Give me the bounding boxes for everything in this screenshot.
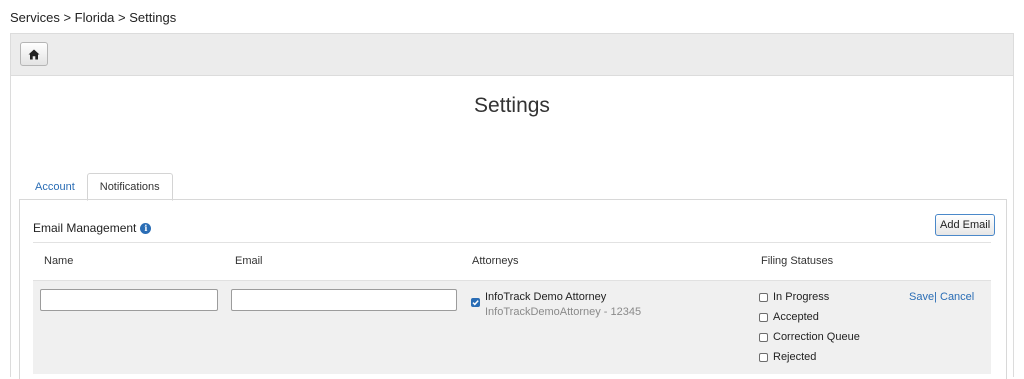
row-actions: Save| Cancel	[909, 291, 974, 303]
column-header-name: Name	[44, 255, 74, 267]
status-option-correction-queue[interactable]: Correction Queue	[759, 331, 860, 343]
panel-header	[11, 34, 1013, 76]
attorney-name: InfoTrack Demo Attorney	[485, 291, 607, 303]
email-table-header: Name Email Attorneys Filing Statuses	[33, 243, 991, 282]
status-label: Correction Queue	[773, 331, 860, 343]
notifications-tab-content: Email Management i Add Email Name Email …	[19, 199, 1007, 379]
attorney-option[interactable]: InfoTrack Demo Attorney InfoTrackDemoAtt…	[471, 291, 641, 318]
status-option-accepted[interactable]: Accepted	[759, 311, 819, 323]
status-checkbox[interactable]	[759, 312, 768, 322]
status-label: Accepted	[773, 311, 819, 323]
email-management-heading: Email Management i	[33, 221, 152, 235]
status-option-rejected[interactable]: Rejected	[759, 351, 816, 363]
main-panel: Settings Account Notifications Email Man…	[10, 33, 1014, 379]
panel-body: Settings Account Notifications Email Man…	[11, 76, 1013, 379]
name-input[interactable]	[40, 289, 218, 311]
status-checkbox[interactable]	[759, 352, 768, 362]
status-checkbox[interactable]	[759, 332, 768, 342]
tab-account[interactable]: Account	[23, 174, 87, 200]
attorney-checkbox[interactable]	[471, 298, 480, 307]
email-management-title: Email Management	[33, 221, 137, 235]
add-email-button[interactable]: Add Email	[935, 214, 996, 236]
attorney-detail: InfoTrackDemoAttorney - 12345	[485, 306, 642, 318]
status-label: In Progress	[773, 291, 830, 303]
cancel-link[interactable]: Cancel	[940, 291, 974, 303]
email-input[interactable]	[231, 289, 457, 311]
info-icon[interactable]: i	[140, 222, 152, 234]
checkmark-icon	[472, 300, 479, 306]
column-header-attorneys: Attorneys	[472, 255, 519, 267]
table-row: InfoTrack Demo Attorney InfoTrackDemoAtt…	[33, 281, 991, 374]
column-header-filing-statuses: Filing Statuses	[761, 255, 834, 267]
status-label: Rejected	[773, 351, 817, 363]
attorney-info: InfoTrack Demo Attorney InfoTrackDemoAtt…	[485, 291, 641, 318]
home-icon	[28, 49, 40, 59]
tab-notifications[interactable]: Notifications	[86, 173, 173, 201]
status-checkbox[interactable]	[759, 292, 768, 302]
column-header-email: Email	[235, 255, 263, 267]
home-button[interactable]	[20, 42, 48, 66]
action-separator: |	[934, 291, 937, 303]
page-title: Settings	[474, 94, 550, 117]
save-link[interactable]: Save	[909, 291, 934, 303]
breadcrumb: Services > Florida > Settings	[10, 10, 177, 25]
status-option-in-progress[interactable]: In Progress	[759, 291, 829, 303]
settings-tabs: Account Notifications	[23, 172, 173, 201]
